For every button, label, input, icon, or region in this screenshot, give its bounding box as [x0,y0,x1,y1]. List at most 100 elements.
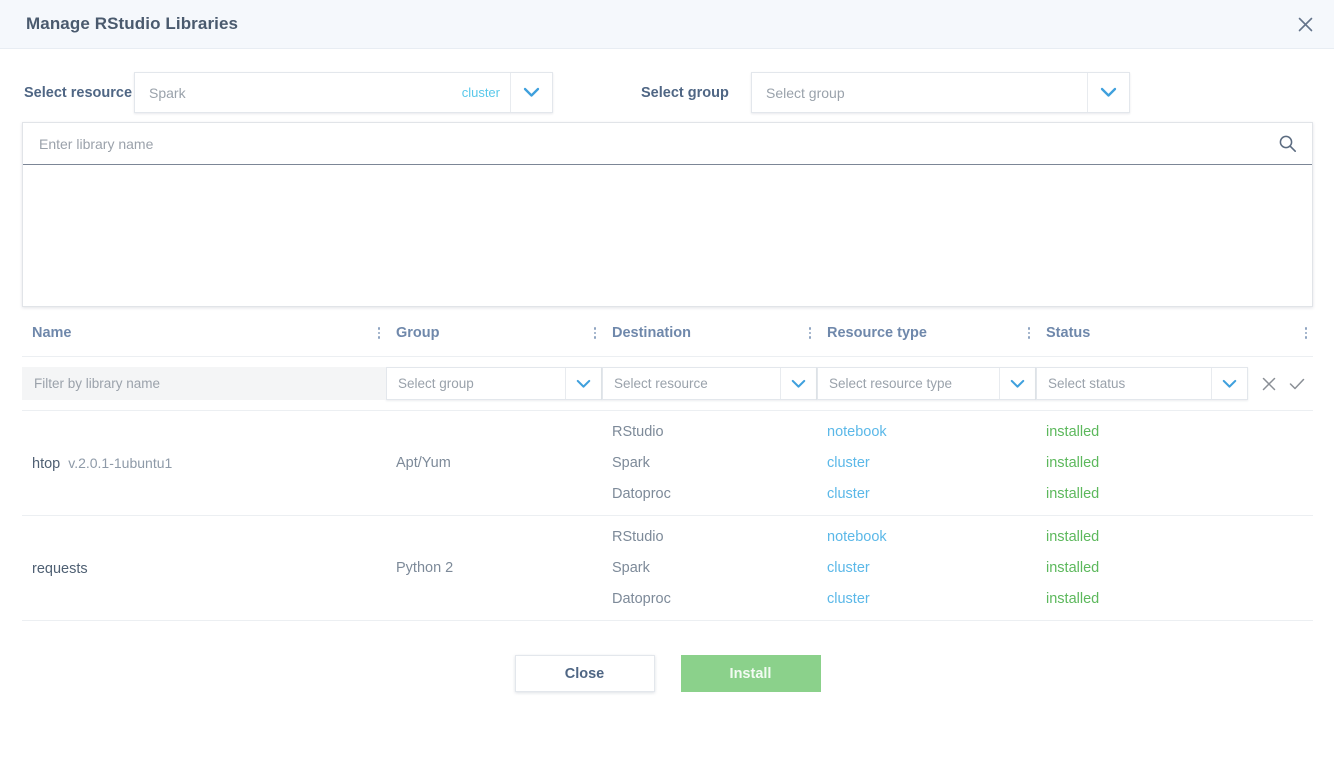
column-header-status[interactable]: Status [1036,325,1313,357]
clear-filters-button[interactable] [1262,377,1276,391]
filter-resource-value: Select resource [614,376,708,391]
filter-status-value: Select status [1048,376,1126,391]
column-header-destination-label: Destination [612,325,691,341]
dialog-title: Manage RStudio Libraries [26,14,239,33]
library-group: Python 2 [396,560,454,576]
kebab-menu-icon[interactable] [588,325,603,341]
filter-cell-resource-type: Select resource type [817,356,1036,411]
library-search-row [23,123,1312,165]
table-row[interactable]: requests Python 2 RStudio Spark Datoproc… [22,515,1313,621]
select-resource-dropdown-button[interactable] [510,73,552,112]
library-search-results [23,165,1312,306]
selectors-row: Select resource Spark cluster Select gro… [0,49,1334,119]
search-icon [1279,135,1296,152]
filter-cell-destination: Select resource [602,356,817,411]
apply-filters-button[interactable] [1289,377,1305,391]
column-header-name[interactable]: Name [22,325,386,357]
status-badge: installed [1046,529,1100,545]
destination-item: Datoproc [612,591,671,607]
filter-resource-type-value: Select resource type [829,376,953,391]
filter-actions [1248,377,1305,391]
filter-status-dropdown-button[interactable] [1211,368,1247,399]
filter-resource-type-field[interactable]: Select resource type [818,368,999,399]
destination-item: Spark [612,455,650,471]
cell-destination: RStudio Spark Datoproc [602,515,817,621]
table-head: Name Group Destination Resource type Sta… [22,325,1313,357]
status-badge: installed [1046,486,1100,502]
resource-type-item: cluster [827,560,870,576]
select-group-dropdown-button[interactable] [1087,73,1129,112]
check-icon [1289,378,1305,389]
filter-resource-dropdown-button[interactable] [780,368,816,399]
kebab-menu-icon[interactable] [1299,325,1314,341]
search-button[interactable] [1274,131,1300,157]
status-badge: installed [1046,560,1100,576]
select-group-combo[interactable]: Select group [751,72,1130,113]
resource-type-item: cluster [827,455,870,471]
filter-resource-combo[interactable]: Select resource [602,367,817,400]
libraries-table: Name Group Destination Resource type Sta… [22,325,1313,621]
column-header-group[interactable]: Group [386,325,602,357]
filter-group-combo[interactable]: Select group [386,367,602,400]
table-filter-row: Select group Select resource [22,356,1313,411]
table-row[interactable]: htop v.2.0.1-1ubuntu1 Apt/Yum RStudio Spa… [22,410,1313,516]
filter-group-dropdown-button[interactable] [565,368,601,399]
close-icon [1262,377,1276,390]
destination-item: RStudio [612,529,664,545]
dialog-header: Manage RStudio Libraries [0,0,1334,49]
column-header-destination[interactable]: Destination [602,325,817,357]
column-header-resource-type[interactable]: Resource type [817,325,1036,357]
cell-name: requests [22,515,386,621]
filter-group-field[interactable]: Select group [387,368,565,399]
dialog-footer: Close Install [22,655,1313,692]
table-header-row: Name Group Destination Resource type Sta… [22,325,1313,357]
column-header-name-label: Name [32,325,72,341]
library-group: Apt/Yum [396,455,451,471]
destination-item: RStudio [612,424,664,440]
install-button[interactable]: Install [680,655,821,692]
select-group-field[interactable]: Select group [752,73,1087,112]
filter-status-combo[interactable]: Select status [1036,367,1248,400]
select-group-label: Select group [641,84,729,101]
close-dialog-button[interactable] [1290,9,1320,39]
filter-resource-field[interactable]: Select resource [603,368,780,399]
column-header-resource-type-label: Resource type [827,325,927,341]
close-button[interactable]: Close [514,655,655,692]
chevron-down-icon [576,379,591,388]
select-resource-tag: cluster [461,85,500,100]
kebab-menu-icon[interactable] [1022,325,1037,341]
column-header-group-label: Group [396,325,440,341]
kebab-menu-icon[interactable] [372,325,387,341]
filter-name-input[interactable] [22,367,386,400]
filter-resource-type-dropdown-button[interactable] [999,368,1035,399]
library-name: requests [32,560,88,577]
library-version: v.2.0.1-1ubuntu1 [68,454,173,471]
kebab-menu-icon[interactable] [803,325,818,341]
select-resource-field[interactable]: Spark cluster [135,73,510,112]
select-resource-value: Spark [149,84,186,101]
filter-status-field[interactable]: Select status [1037,368,1211,399]
close-icon [1298,17,1312,31]
cell-resource-type: notebook cluster cluster [817,515,1036,621]
status-badge: installed [1046,424,1100,440]
chevron-down-icon [1100,87,1117,97]
chevron-down-icon [1222,379,1237,388]
status-badge: installed [1046,591,1100,607]
libraries-table-wrap: Name Group Destination Resource type Sta… [22,325,1313,692]
resource-type-item: cluster [827,591,870,607]
resource-type-item: notebook [827,424,887,440]
filter-group-value: Select group [398,376,474,391]
destination-item: Datoproc [612,486,671,502]
filter-resource-type-combo[interactable]: Select resource type [817,367,1036,400]
destination-item: Spark [612,560,650,576]
library-search-panel [22,122,1313,307]
cell-status: installed installed installed [1036,515,1313,621]
filter-cell-group: Select group [386,356,602,411]
column-header-status-label: Status [1046,325,1091,341]
status-badge: installed [1046,455,1100,471]
cell-resource-type: notebook cluster cluster [817,410,1036,516]
cell-name: htop v.2.0.1-1ubuntu1 [22,410,386,516]
library-search-input[interactable] [37,123,1274,164]
cell-status: installed installed installed [1036,410,1313,516]
select-resource-combo[interactable]: Spark cluster [134,72,553,113]
